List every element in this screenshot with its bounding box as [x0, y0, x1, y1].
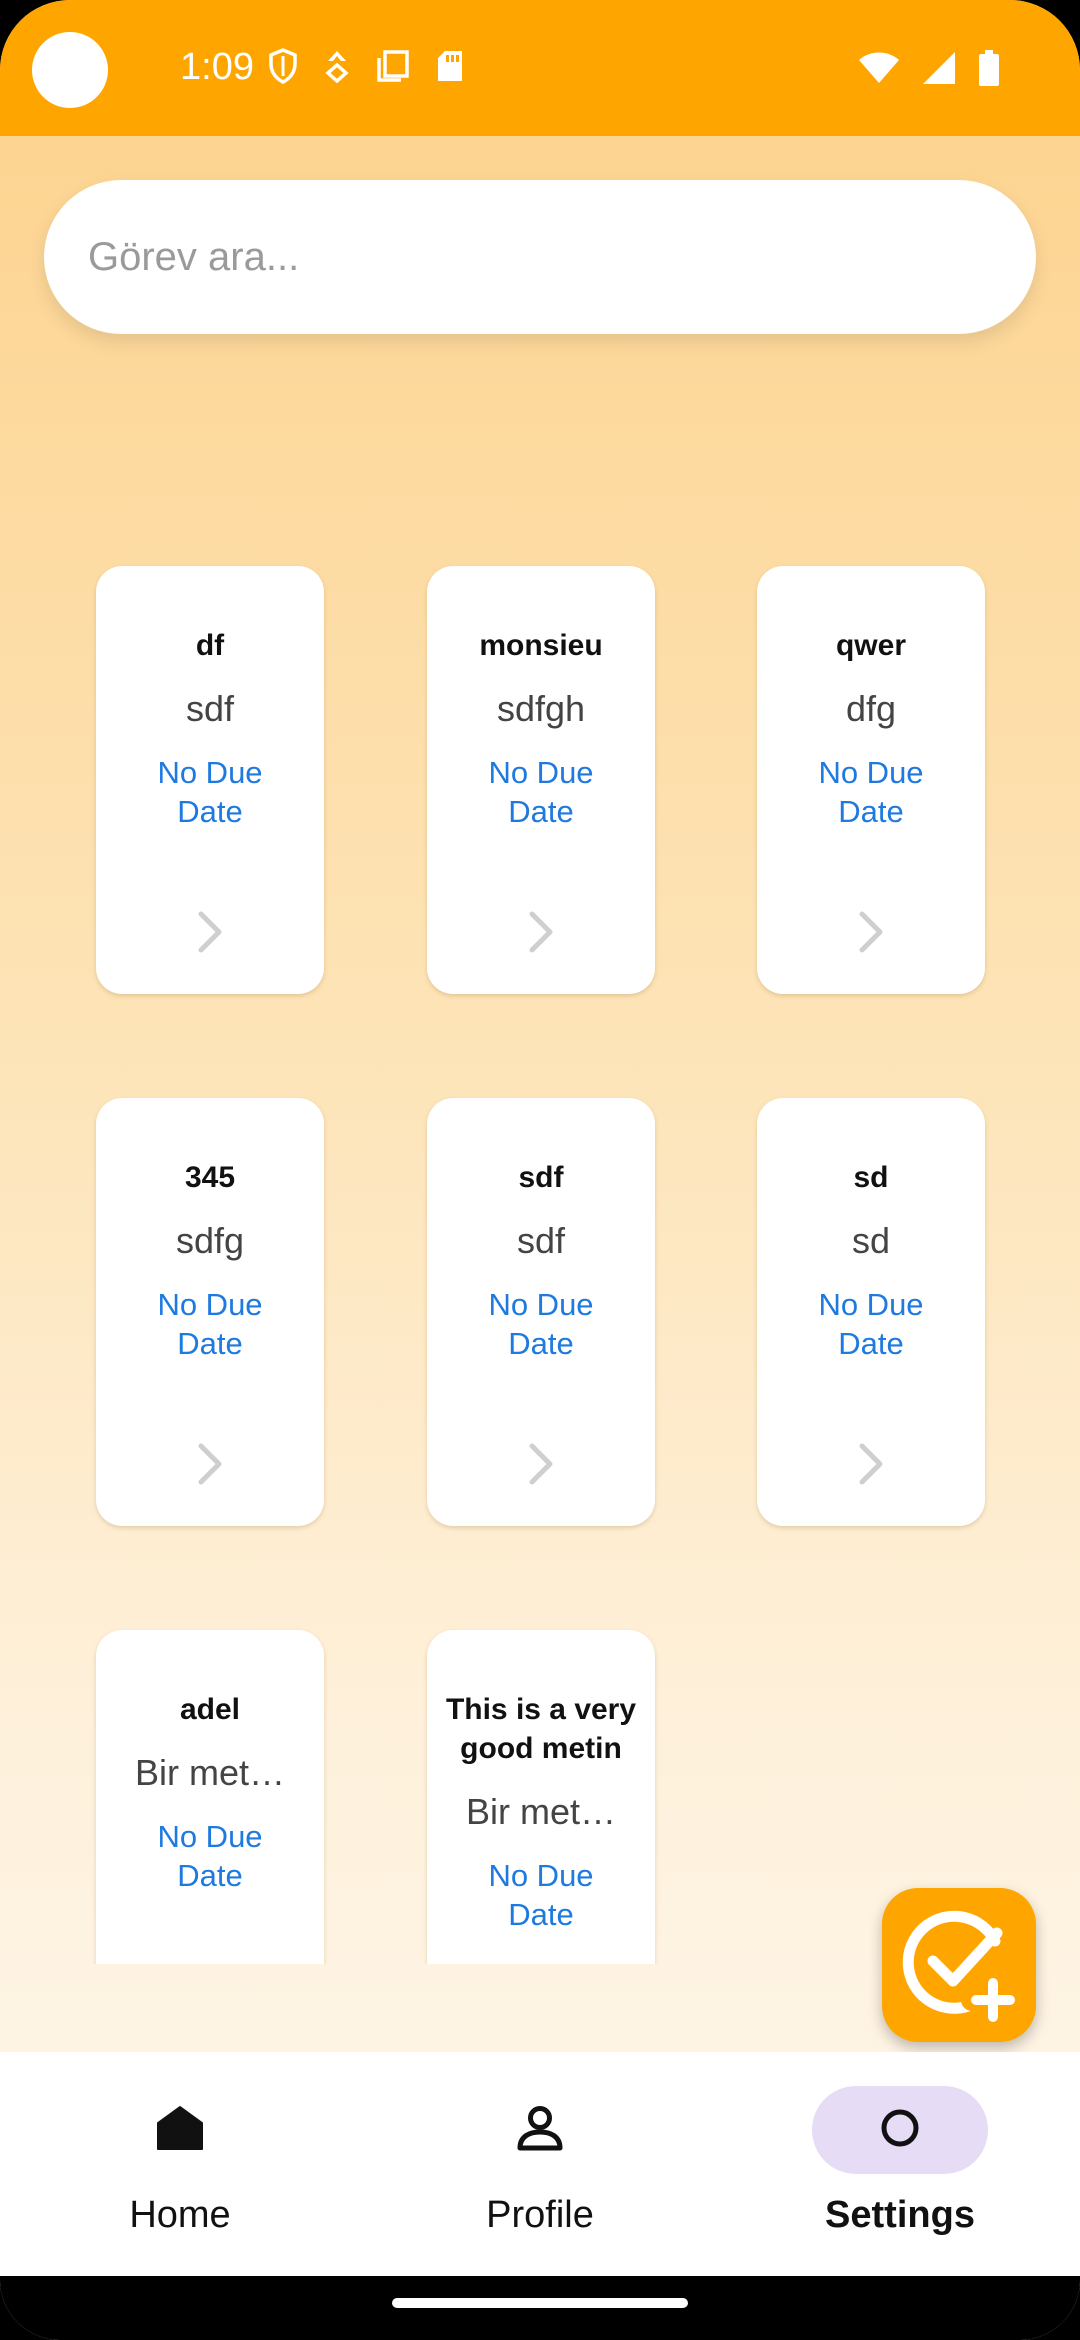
task-grid: df sdf No Due Date monsieu sdfgh No Due … — [0, 540, 1080, 1964]
nav-label-home: Home — [129, 2194, 231, 2236]
nav-active-indicator — [812, 2086, 988, 2174]
task-description: sdf — [185, 688, 235, 729]
nav-item-settings[interactable]: Settings — [720, 2052, 1080, 2276]
task-card[interactable]: 345 sdfg No Due Date — [96, 1098, 324, 1526]
person-icon — [516, 2105, 564, 2156]
task-card[interactable]: qwer dfg No Due Date — [757, 566, 985, 994]
battery-icon — [978, 50, 1000, 86]
chevron-right-icon — [96, 910, 324, 954]
task-card[interactable]: adel Bir met… No Due Date — [96, 1630, 324, 1964]
status-icons-left — [268, 48, 464, 84]
task-title: This is a very good metin — [445, 1693, 637, 1765]
nav-icon-container — [92, 2086, 268, 2174]
chevron-right-icon — [757, 1442, 985, 1486]
task-title: sd — [853, 1161, 889, 1194]
task-due-date: No Due Date — [818, 755, 924, 829]
home-gesture-handle[interactable] — [392, 2298, 688, 2308]
chevron-right-icon — [427, 910, 655, 954]
search-bar[interactable] — [44, 180, 1036, 334]
copy-icon — [376, 49, 410, 83]
task-card[interactable]: monsieu sdfgh No Due Date — [427, 566, 655, 994]
task-description: sdfg — [175, 1220, 245, 1261]
task-due-date: No Due Date — [157, 1819, 263, 1893]
app-screen: 1:09 Görev ara... df sdf No Due Date mon… — [0, 0, 1080, 2340]
chevron-right-icon — [96, 1442, 324, 1486]
navigation-icon — [324, 49, 350, 83]
status-bar: 1:09 — [0, 0, 1080, 136]
task-due-date: No Due Date — [488, 755, 594, 829]
task-card[interactable]: This is a very good metin Bir met… No Du… — [427, 1630, 655, 1964]
task-description: sdf — [516, 1220, 566, 1261]
task-due-date: No Due Date — [488, 1858, 594, 1932]
wifi-icon — [858, 52, 900, 84]
nav-item-home[interactable]: Home — [0, 2052, 360, 2276]
task-description: Bir met… — [134, 1752, 285, 1793]
status-time: 1:09 — [180, 46, 254, 88]
chevron-right-icon — [427, 1442, 655, 1486]
sd-card-icon — [436, 49, 464, 83]
shield-icon — [268, 48, 298, 84]
nav-label-profile: Profile — [486, 2194, 594, 2236]
search-input[interactable] — [88, 234, 968, 280]
task-due-date: No Due Date — [488, 1287, 594, 1361]
task-title: adel — [179, 1693, 241, 1726]
status-icons-right — [858, 50, 1000, 86]
task-description: sd — [851, 1220, 891, 1261]
add-task-button[interactable] — [882, 1888, 1036, 2042]
signal-icon — [922, 51, 956, 85]
home-icon — [156, 2105, 204, 2156]
camera-cutout — [32, 32, 108, 108]
gesture-navigation-area — [0, 2276, 1080, 2340]
bottom-navigation: Home Profile Settings — [0, 2052, 1080, 2276]
task-title: df — [195, 629, 225, 662]
nav-icon-container — [452, 2086, 628, 2174]
task-description: Bir met… — [465, 1791, 616, 1832]
task-title: qwer — [835, 629, 907, 662]
task-add-icon — [897, 1901, 1025, 2032]
nav-label-settings: Settings — [825, 2194, 975, 2236]
task-description: sdfgh — [496, 688, 586, 729]
task-description: dfg — [845, 688, 897, 729]
task-title: sdf — [518, 1161, 564, 1194]
circle-icon — [880, 2108, 920, 2153]
nav-item-profile[interactable]: Profile — [360, 2052, 720, 2276]
chevron-right-icon — [757, 910, 985, 954]
task-card[interactable]: sdf sdf No Due Date — [427, 1098, 655, 1526]
task-title: 345 — [184, 1161, 236, 1194]
task-title: monsieu — [479, 629, 603, 662]
task-card[interactable]: df sdf No Due Date — [96, 566, 324, 994]
task-card[interactable]: sd sd No Due Date — [757, 1098, 985, 1526]
task-due-date: No Due Date — [157, 755, 263, 829]
task-due-date: No Due Date — [818, 1287, 924, 1361]
task-due-date: No Due Date — [157, 1287, 263, 1361]
